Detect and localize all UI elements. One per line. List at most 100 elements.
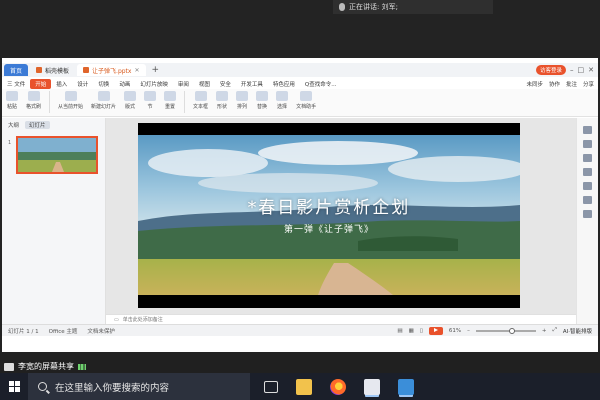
tab-outline[interactable]: 大纲 (8, 121, 19, 129)
minimize-icon[interactable]: – (570, 66, 574, 74)
zoom-in-icon[interactable]: + (542, 328, 547, 334)
share-button[interactable]: 分享 (583, 80, 594, 88)
slide-editing-canvas: *春日影片赏析企划 第一弹《让子弹飞》 (106, 118, 576, 314)
sync-status[interactable]: 未同步 (526, 80, 543, 88)
fit-window-icon[interactable]: ⤢ (552, 327, 556, 334)
property-icon[interactable] (583, 126, 592, 134)
layout-icon (124, 91, 137, 101)
menu-file[interactable]: 三 文件 (2, 80, 30, 88)
pptx-file-icon (83, 67, 90, 73)
zoom-slider[interactable] (475, 327, 536, 334)
select-label: 选择 (277, 104, 288, 110)
command-search[interactable]: Q查找命令... (300, 80, 342, 88)
replace-button[interactable]: 替换 (256, 91, 269, 110)
wps-presentation-window: 首页 稻壳模板 让子弹飞.pptx ✕ + 访客登录 – □ ✕ 三 文件 开始… (2, 58, 598, 373)
shape-icon[interactable] (583, 168, 592, 176)
backup-icon[interactable] (583, 196, 592, 204)
menu-design[interactable]: 设计 (72, 80, 93, 88)
ai-layout-button[interactable]: AI·智能排版 (563, 327, 592, 335)
replace-icon (256, 91, 269, 101)
reset-label: 重置 (165, 104, 176, 110)
menu-insert[interactable]: 插入 (51, 80, 72, 88)
animation-icon[interactable] (583, 154, 592, 162)
menu-security[interactable]: 安全 (215, 80, 236, 88)
close-window-icon[interactable]: ✕ (588, 66, 594, 74)
ribbon-divider (184, 91, 186, 113)
close-tab-icon[interactable]: ✕ (134, 67, 139, 74)
doc-assistant-label: 文档助手 (296, 104, 317, 110)
text-box-button[interactable]: 文本框 (193, 91, 208, 110)
section-button[interactable]: 节 (144, 91, 157, 110)
speaker-notes[interactable]: ▭ 单击此处添加备注 (106, 314, 576, 324)
file-explorer-icon[interactable] (296, 378, 312, 395)
format-painter-button[interactable]: 格式刷 (26, 91, 41, 110)
tab-slides[interactable]: 幻灯片 (25, 121, 50, 129)
microphone-icon (339, 3, 345, 11)
signal-strength-icon (78, 363, 86, 370)
paste-label: 粘贴 (6, 104, 17, 110)
tab-document-label: 让子弹飞.pptx (92, 67, 132, 75)
docer-icon (36, 67, 43, 73)
menu-slideshow[interactable]: 幻灯片放映 (135, 80, 173, 88)
screen-share-icon (4, 362, 14, 371)
select-button[interactable]: 选择 (276, 91, 289, 110)
shapes-label: 形状 (217, 104, 228, 110)
tab-docer-label: 稻壳模板 (45, 67, 70, 75)
app-grid-icon[interactable] (364, 378, 380, 395)
tab-docer-templates[interactable]: 稻壳模板 (30, 64, 75, 76)
zoom-slider-knob[interactable] (508, 327, 515, 334)
slide-number: 1 (8, 140, 12, 146)
text-box-icon (194, 91, 207, 101)
main-menu-bar: 三 文件 开始 插入 设计 切换 动画 幻灯片放映 审阅 视图 安全 开发工具 … (2, 78, 598, 89)
slide-title[interactable]: *春日影片赏析企划 (138, 193, 520, 218)
menu-features[interactable]: 特色应用 (268, 80, 300, 88)
comments-button[interactable]: 批注 (566, 80, 577, 88)
active-speaker-indicator: 正在讲话: 刘军; (333, 0, 493, 14)
collaborate-button[interactable]: 协作 (549, 80, 560, 88)
tab-home-label: 首页 (10, 67, 23, 75)
shapes-button[interactable]: 形状 (216, 91, 229, 110)
slide-subtitle[interactable]: 第一弹《让子弹飞》 (138, 222, 520, 235)
task-view-icon[interactable] (264, 380, 278, 393)
current-slide[interactable]: *春日影片赏析企划 第一弹《让子弹飞》 (138, 123, 520, 308)
menu-review[interactable]: 审阅 (173, 80, 194, 88)
new-slide-icon (97, 91, 110, 101)
document-protection[interactable]: 文档未保护 (87, 327, 115, 335)
image-icon[interactable] (583, 182, 592, 190)
slideshow-play-button[interactable] (428, 326, 443, 335)
doc-assistant-button[interactable]: 文档助手 (296, 91, 316, 110)
thumbnail-landscape-image (18, 138, 96, 172)
menu-transitions[interactable]: 切换 (93, 80, 114, 88)
reset-button[interactable]: 重置 (164, 91, 177, 110)
paste-button[interactable]: 粘贴 (6, 91, 18, 110)
sorter-view-icon[interactable]: ▦ (409, 328, 414, 334)
play-from-current-button[interactable]: 从当前开始 (58, 91, 83, 110)
assistant-icon (300, 91, 313, 101)
menu-animations[interactable]: 动画 (114, 80, 135, 88)
menu-view[interactable]: 视图 (194, 80, 215, 88)
tab-home[interactable]: 首页 (4, 64, 29, 76)
theme-name[interactable]: Office 主题 (49, 327, 78, 335)
start-button[interactable] (0, 373, 28, 400)
zoom-out-icon[interactable]: – (467, 328, 470, 334)
menu-home[interactable]: 开始 (30, 78, 52, 89)
meeting-app-icon[interactable] (398, 378, 414, 395)
layout-button[interactable]: 版式 (124, 91, 137, 110)
normal-view-icon[interactable]: ▤ (397, 328, 402, 334)
settings-icon[interactable] (583, 210, 592, 218)
menu-developer[interactable]: 开发工具 (236, 80, 268, 88)
slide-thumbnail[interactable] (16, 136, 98, 174)
play-from-current-label: 从当前开始 (58, 104, 84, 110)
arrange-button[interactable]: 排列 (236, 91, 249, 110)
zoom-level[interactable]: 61% (449, 328, 461, 334)
maximize-icon[interactable]: □ (578, 66, 585, 74)
login-button[interactable]: 访客登录 (535, 65, 566, 75)
design-icon[interactable] (583, 140, 592, 148)
tab-current-document[interactable]: 让子弹飞.pptx ✕ (77, 64, 146, 76)
reading-view-icon[interactable]: ▯ (420, 328, 423, 334)
firefox-icon[interactable] (330, 378, 346, 395)
taskbar-search-box[interactable]: 在这里输入你要搜索的内容 (28, 373, 250, 400)
status-bar: 幻灯片 1 / 1 Office 主题 文档未保护 ▤ ▦ ▯ 61% – + … (2, 324, 598, 336)
new-tab-button[interactable]: + (152, 65, 160, 75)
new-slide-button[interactable]: 新建幻灯片 (91, 91, 116, 110)
